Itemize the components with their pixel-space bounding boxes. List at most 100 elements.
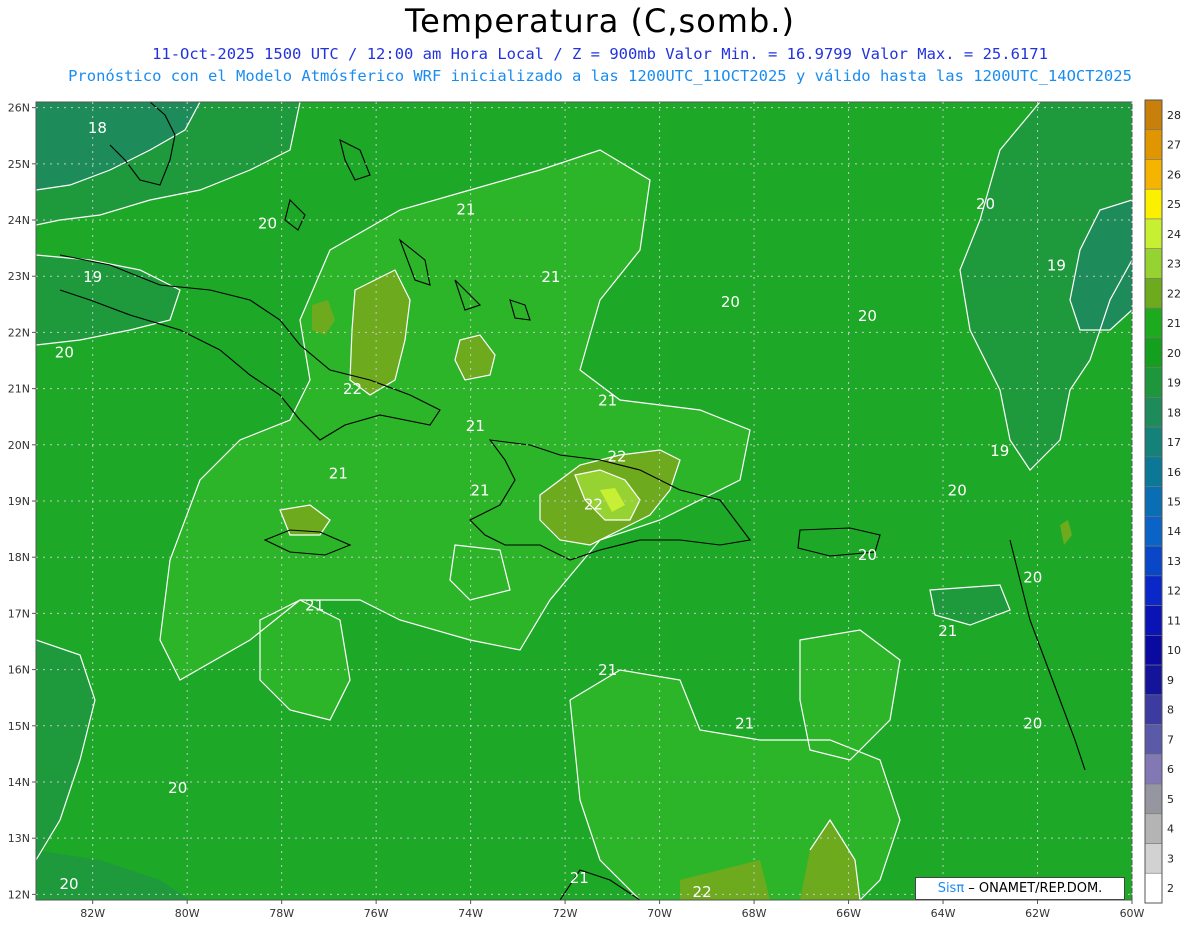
watermark-text: – ONAMET/REP.DOM. (964, 881, 1103, 896)
y-tick-label: 13N (8, 832, 30, 845)
y-tick-label: 14N (8, 776, 30, 789)
colorbar-label: 25 (1167, 198, 1181, 211)
colorbar-swatch (1144, 753, 1163, 785)
contour-label: 21 (471, 481, 490, 499)
colorbar-label: 13 (1167, 555, 1181, 568)
contour-label: 21 (541, 268, 560, 286)
colorbar-label: 6 (1167, 763, 1174, 776)
contour-label: 19 (1047, 257, 1066, 275)
y-tick-label: 18N (8, 551, 30, 564)
contour-label: 21 (598, 661, 617, 679)
contour-label: 21 (938, 622, 957, 640)
colorbar-label: 3 (1167, 852, 1174, 865)
y-tick-label: 12N (8, 888, 30, 901)
colorbar-swatch (1144, 724, 1163, 755)
colorbar-swatch (1144, 278, 1163, 309)
colorbar-label: 5 (1167, 793, 1174, 806)
contour-label: 21 (456, 200, 475, 218)
colorbar-swatch (1144, 337, 1163, 368)
x-tick-label: 78W (269, 907, 294, 920)
y-tick-label: 26N (8, 102, 30, 115)
colorbar-swatch (1144, 188, 1163, 220)
colorbar-swatch (1144, 635, 1163, 666)
colorbar-swatch (1144, 248, 1163, 279)
colorbar-swatch (1144, 783, 1163, 815)
watermark-brand: Sisπ (937, 881, 965, 896)
colorbar-swatch (1144, 872, 1163, 904)
colorbar-swatch (1144, 486, 1163, 517)
x-tick-label: 76W (364, 907, 389, 920)
colorbar-label: 11 (1167, 614, 1181, 627)
contour-label: 22 (343, 380, 362, 398)
contour-label: 19 (83, 268, 102, 286)
colorbar-swatch (1144, 813, 1163, 844)
y-tick-label: 25N (8, 158, 30, 171)
colorbar-label: 4 (1167, 823, 1174, 836)
contour-label: 20 (976, 195, 995, 213)
x-tick-label: 66W (836, 907, 861, 920)
x-tick-label: 68W (742, 907, 767, 920)
contour-label: 20 (858, 546, 877, 564)
watermark: Sisπ – ONAMET/REP.DOM. (915, 877, 1125, 900)
colorbar-label: 27 (1167, 139, 1181, 152)
contour-label: 20 (1023, 568, 1042, 586)
colorbar-label: 9 (1167, 674, 1174, 687)
colorbar-swatch (1144, 129, 1163, 160)
contour-label: 22 (608, 448, 627, 466)
contour-label: 19 (990, 442, 1009, 460)
y-tick-label: 16N (8, 664, 30, 677)
y-tick-label: 15N (8, 720, 30, 733)
contour-label: 20 (60, 875, 79, 893)
colorbar-swatch (1144, 694, 1163, 725)
contour-label: 21 (329, 465, 348, 483)
x-tick-label: 60W (1120, 907, 1145, 920)
y-tick-label: 23N (8, 270, 30, 283)
contour-label: 20 (1023, 715, 1042, 733)
contour-label: 21 (570, 869, 589, 887)
contour-label: 20 (858, 307, 877, 325)
colorbar-swatch (1144, 664, 1163, 696)
colorbar-swatch (1144, 426, 1163, 458)
colorbar-swatch (1144, 397, 1163, 428)
colorbar-label: 18 (1167, 406, 1181, 419)
contour-label: 21 (735, 715, 754, 733)
contour-label: 20 (258, 214, 277, 232)
colorbar-swatch (1144, 307, 1163, 339)
colorbar-label: 10 (1167, 644, 1181, 657)
x-tick-label: 72W (553, 907, 578, 920)
temperature-map: 82W 80W 78W 76W 74W 72W 70W 68W 66W 64W 62W 60W 12N 1… (8, 99, 1181, 920)
contour-label: 20 (948, 481, 967, 499)
contour-label: 22 (584, 495, 603, 513)
colorbar-swatch (1144, 516, 1163, 547)
x-tick-label: 64W (931, 907, 956, 920)
colorbar-label: 28 (1167, 109, 1181, 122)
colorbar-label: 23 (1167, 258, 1181, 271)
x-tick-label: 80W (175, 907, 200, 920)
contour-label: 20 (55, 344, 74, 362)
x-tick-label: 70W (647, 907, 672, 920)
colorbar-label: 7 (1167, 733, 1174, 746)
contour-label: 20 (721, 293, 740, 311)
contour-label: 21 (466, 417, 485, 435)
colorbar-swatch (1144, 605, 1163, 636)
colorbar-swatch (1144, 159, 1163, 190)
colorbar-swatch (1144, 843, 1163, 874)
y-tick-label: 22N (8, 326, 30, 339)
colorbar-label: 2 (1167, 882, 1174, 895)
contour-label: 22 (693, 883, 712, 901)
colorbar-label: 12 (1167, 585, 1181, 598)
contour-label: 21 (598, 391, 617, 409)
colorbar-label: 20 (1167, 347, 1181, 360)
colorbar: 2827262524232221201918171615141312111098… (1144, 99, 1181, 904)
colorbar-swatch (1144, 218, 1163, 250)
y-tick-label: 19N (8, 495, 30, 508)
contour-label: 20 (168, 779, 187, 797)
colorbar-label: 14 (1167, 525, 1181, 538)
x-tick-label: 82W (80, 907, 105, 920)
colorbar-label: 24 (1167, 228, 1181, 241)
colorbar-swatch (1144, 99, 1163, 131)
contour-label: 18 (88, 119, 107, 137)
colorbar-label: 26 (1167, 168, 1181, 181)
x-tick-label: 74W (458, 907, 483, 920)
colorbar-swatch (1144, 456, 1163, 487)
